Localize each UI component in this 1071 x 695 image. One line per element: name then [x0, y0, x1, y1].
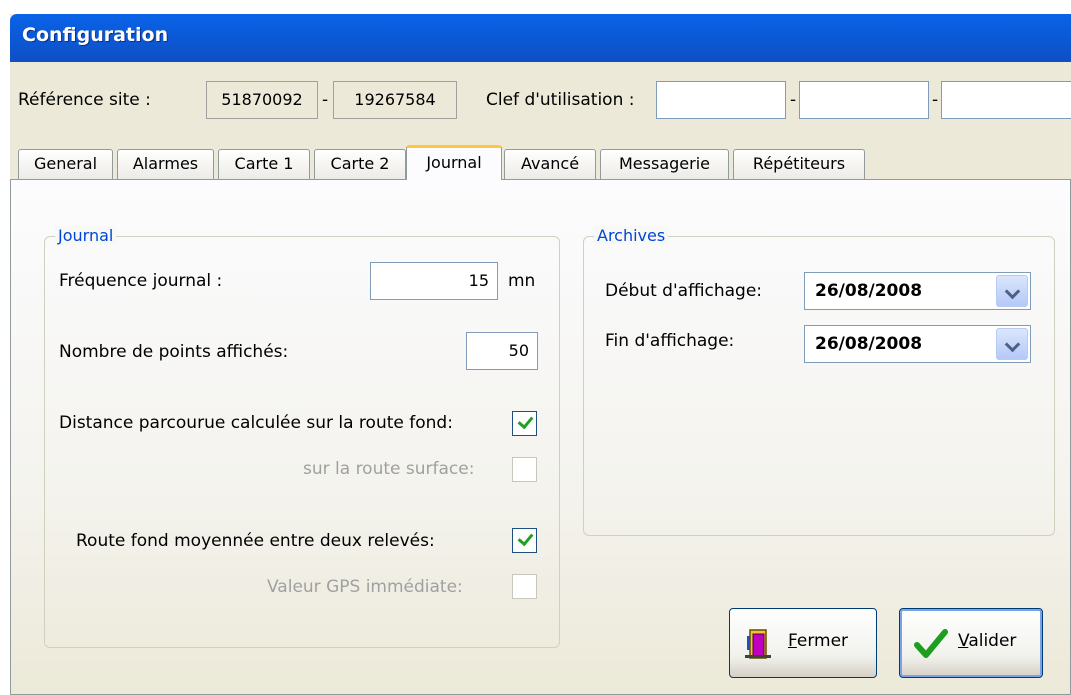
close-label-rest: ermer: [796, 631, 849, 651]
distance-surface-label: sur la route surface:: [303, 459, 475, 479]
site-ref-field-1: 51870092: [206, 81, 318, 119]
tab-panel-journal: Journal Fréquence journal : 15 mn Nombre…: [10, 179, 1071, 695]
gps-immediate-label: Valeur GPS immédiate:: [267, 577, 463, 597]
gps-immediate-checkbox[interactable]: [512, 574, 537, 599]
validate-button[interactable]: Valider: [899, 608, 1043, 678]
usage-key-field-3[interactable]: [941, 81, 1071, 119]
validate-hotkey: V: [958, 631, 969, 651]
close-button[interactable]: Fermer: [729, 608, 877, 678]
usage-key-separator-1: -: [790, 90, 797, 110]
frequency-unit: mn: [508, 271, 536, 291]
end-date-value: 26/08/2008: [815, 334, 923, 354]
archives-group-legend: Archives: [594, 226, 669, 245]
tab-carte-1[interactable]: Carte 1: [218, 149, 310, 179]
door-exit-icon: [745, 629, 771, 659]
tab-general[interactable]: General: [18, 149, 113, 179]
tab-carte-2[interactable]: Carte 2: [314, 149, 406, 179]
tab-repetiteurs[interactable]: Répétiteurs: [733, 149, 865, 179]
archives-group: Archives Début d'affichage: 26/08/2008 F…: [583, 226, 1055, 536]
site-ref-field-2: 19267584: [333, 81, 457, 119]
chevron-down-icon[interactable]: [996, 328, 1028, 360]
chevron-down-icon[interactable]: [996, 275, 1028, 307]
tab-avance[interactable]: Avancé: [504, 149, 596, 179]
route-moyennee-label: Route fond moyennée entre deux relevés:: [76, 531, 435, 551]
end-date-picker[interactable]: 26/08/2008: [804, 325, 1031, 363]
usage-key-field-2[interactable]: [799, 81, 929, 119]
site-ref-label: Référence site :: [18, 90, 151, 110]
close-button-label: Fermer: [788, 631, 848, 651]
close-hotkey: F: [788, 631, 797, 651]
window-title: Configuration: [22, 24, 169, 46]
tab-messagerie[interactable]: Messagerie: [600, 149, 729, 179]
validate-button-label: Valider: [958, 631, 1016, 651]
distance-fond-label: Distance parcourue calculée sur la route…: [59, 413, 453, 433]
check-mark-icon: [517, 412, 534, 430]
check-mark-icon: [517, 529, 534, 547]
tab-journal[interactable]: Journal: [406, 145, 502, 180]
start-date-value: 26/08/2008: [815, 281, 923, 301]
start-date-picker[interactable]: 26/08/2008: [804, 272, 1031, 310]
distance-surface-checkbox[interactable]: [512, 457, 537, 482]
distance-fond-checkbox[interactable]: [512, 411, 537, 436]
title-bar[interactable]: Configuration: [10, 14, 1071, 62]
site-ref-separator: -: [322, 90, 329, 110]
points-label: Nombre de points affichés:: [59, 342, 289, 362]
usage-key-separator-2: -: [932, 90, 939, 110]
journal-group-legend: Journal: [55, 226, 117, 245]
end-date-label: Fin d'affichage:: [605, 331, 735, 351]
route-moyennee-checkbox[interactable]: [512, 528, 537, 553]
start-date-label: Début d'affichage:: [605, 281, 763, 301]
validate-label-rest: alider: [968, 631, 1017, 651]
frequency-input[interactable]: 15: [370, 262, 498, 300]
journal-group: Journal Fréquence journal : 15 mn Nombre…: [44, 226, 560, 648]
tab-alarmes[interactable]: Alarmes: [117, 149, 214, 179]
frequency-label: Fréquence journal :: [59, 271, 223, 291]
points-input[interactable]: 50: [466, 332, 538, 370]
usage-key-field-1[interactable]: [656, 81, 786, 119]
green-checkmark-icon: [914, 629, 948, 658]
usage-key-label: Clef d'utilisation :: [486, 90, 635, 110]
configuration-window: Configuration Référence site : 51870092 …: [10, 14, 1071, 695]
